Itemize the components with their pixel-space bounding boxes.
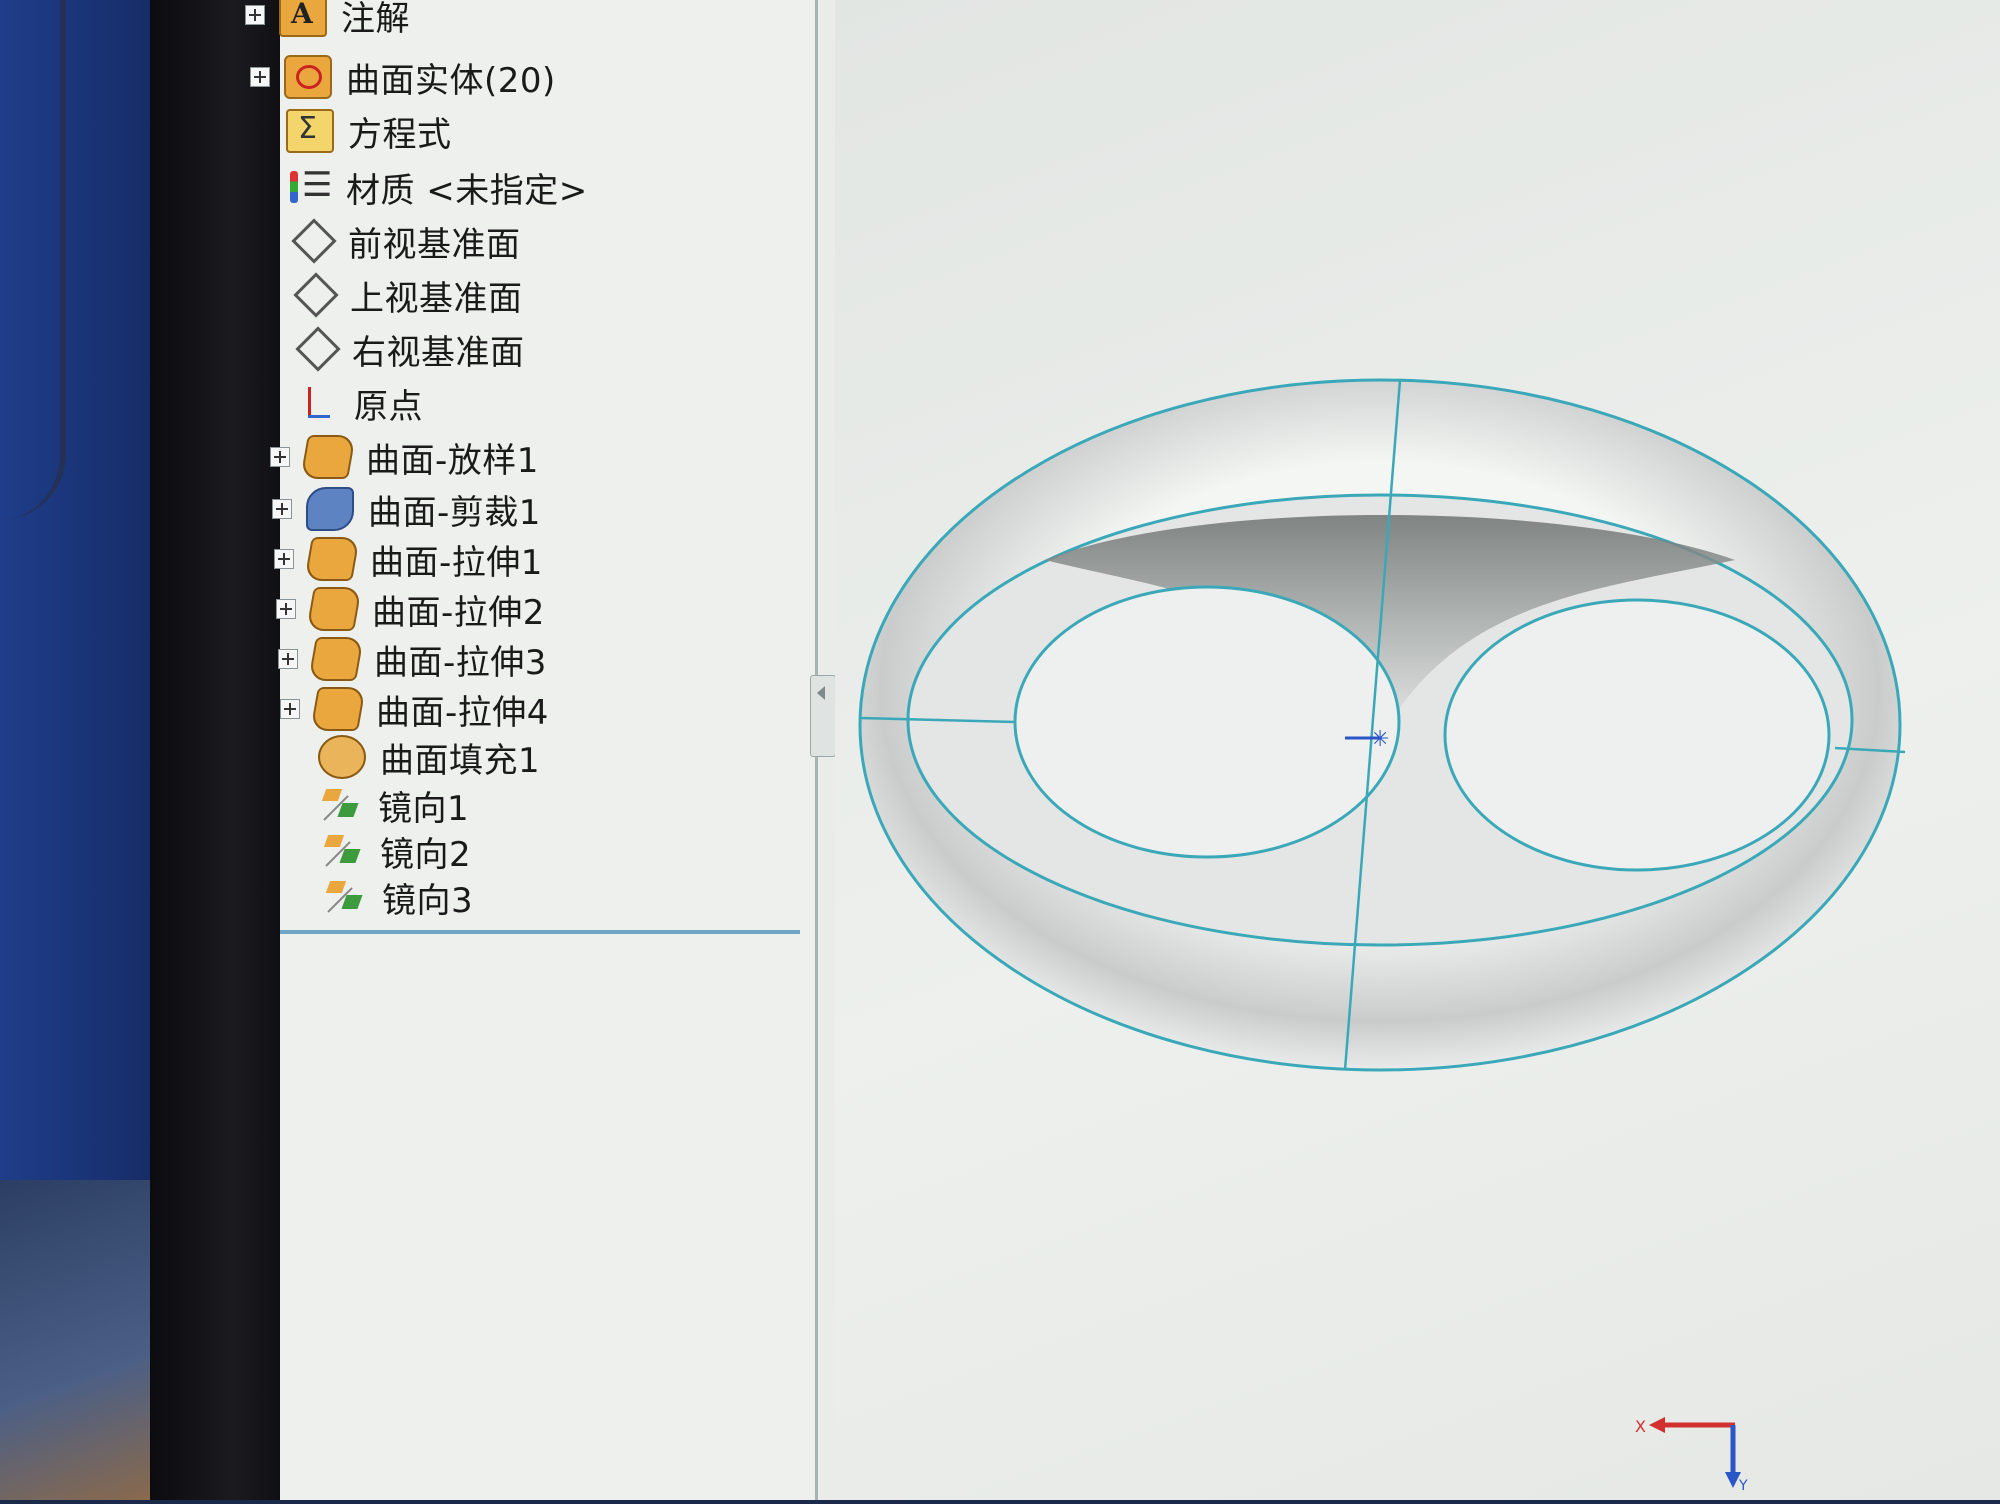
expand-icon[interactable] (270, 447, 290, 467)
tree-item-label: 镜向2 (380, 834, 472, 875)
tree-item-label: 曲面-拉伸1 (370, 542, 543, 583)
triad-x-label: X (1635, 1417, 1646, 1436)
tree-item-mirror3[interactable]: 镜向3 (290, 872, 473, 922)
surface-extrude-icon (310, 687, 366, 731)
surface-extrude-icon (304, 537, 360, 581)
panel-separator (280, 930, 800, 934)
expand-icon[interactable] (274, 549, 294, 569)
view-triad: X Y (1635, 1400, 1755, 1494)
tree-item-surface-extrude4[interactable]: 曲面-拉伸4 (280, 684, 549, 734)
cable (0, 0, 66, 520)
origin-marker-icon: ✳ (1371, 727, 1389, 752)
tree-item-label: 曲面-拉伸3 (374, 642, 547, 683)
mirror-icon (324, 877, 368, 917)
tree-item-equations[interactable]: 方程式 (252, 106, 452, 156)
tree-item-label: 曲面-放样1 (366, 440, 539, 481)
tree-item-label: 镜向1 (378, 788, 470, 829)
surface-fill-icon (318, 735, 366, 779)
tree-item-label: 原点 (354, 386, 423, 427)
left-opening-edge[interactable] (1013, 585, 1401, 859)
tree-item-label: 曲面填充1 (380, 740, 541, 781)
expand-icon[interactable] (276, 599, 296, 619)
tree-item-label: 曲面-剪裁1 (368, 492, 541, 533)
tree-item-surface-trim1[interactable]: 曲面-剪裁1 (272, 484, 541, 534)
tree-item-label: 注解 (341, 0, 410, 39)
surface-trim-icon (306, 487, 354, 531)
tree-item-right-plane[interactable]: 右视基准面 (260, 324, 525, 374)
tree-item-surface-bodies[interactable]: 曲面实体(20) (250, 52, 556, 102)
tree-item-top-plane[interactable]: 上视基准面 (258, 270, 523, 320)
surface-extrude-icon (308, 637, 364, 681)
tree-item-label: 曲面-拉伸2 (372, 592, 545, 633)
expand-icon[interactable] (245, 5, 265, 25)
tree-item-label: 方程式 (348, 114, 452, 155)
tree-item-label: 镜向3 (382, 880, 474, 921)
tree-item-surface-extrude1[interactable]: 曲面-拉伸1 (274, 534, 543, 584)
surface-extrude-icon (306, 587, 362, 631)
model-view[interactable]: ✳ (835, 0, 2000, 1500)
tree-item-material[interactable]: 材质 <未指定> (254, 162, 588, 212)
surface-bodies-folder-icon (284, 55, 332, 99)
surface-loft-icon (300, 435, 356, 479)
right-opening-edge[interactable] (1443, 598, 1831, 872)
panel-collapse-handle[interactable] (810, 675, 836, 757)
tree-item-label: 曲面实体(20) (346, 60, 556, 101)
tree-item-mirror2[interactable]: 镜向2 (288, 826, 471, 876)
triad-y-label: Y (1738, 1478, 1748, 1490)
tree-item-label: 前视基准面 (348, 224, 521, 265)
tree-item-label: 上视基准面 (350, 278, 523, 319)
origin-icon (296, 383, 340, 423)
plane-icon (290, 221, 334, 261)
plane-icon (292, 275, 336, 315)
expand-icon[interactable] (280, 699, 300, 719)
material-icon (288, 165, 332, 207)
tree-item-mirror1[interactable]: 镜向1 (286, 780, 469, 830)
tree-item-annotations[interactable]: 注解 (245, 0, 410, 40)
tree-item-label: 曲面-拉伸4 (376, 692, 549, 733)
feature-manager-tree-panel: 注解 曲面实体(20) 方程式 材质 <未指定> 前视基准面 (245, 0, 818, 1500)
monitor-screen: 注解 曲面实体(20) 方程式 材质 <未指定> 前视基准面 (245, 0, 2000, 1500)
tree-item-front-plane[interactable]: 前视基准面 (256, 216, 521, 266)
annotations-folder-icon (279, 0, 327, 37)
tree-item-surface-extrude2[interactable]: 曲面-拉伸2 (276, 584, 545, 634)
plane-icon (294, 329, 338, 369)
expand-icon[interactable] (278, 649, 298, 669)
mirror-icon (320, 785, 364, 825)
tree-item-label: 材质 <未指定> (346, 170, 588, 211)
chevron-left-icon (817, 686, 825, 700)
expand-icon[interactable] (272, 499, 292, 519)
tree-item-origin[interactable]: 原点 (262, 378, 423, 428)
expand-icon[interactable] (250, 67, 270, 87)
equations-icon (286, 109, 334, 153)
tree-item-surface-extrude3[interactable]: 曲面-拉伸3 (278, 634, 547, 684)
tree-item-label: 右视基准面 (352, 332, 525, 373)
tree-item-surface-loft1[interactable]: 曲面-放样1 (270, 432, 539, 482)
tree-item-surface-fill1[interactable]: 曲面填充1 (284, 732, 540, 782)
mirror-icon (322, 831, 366, 871)
desk-surface (0, 1180, 160, 1500)
graphics-area[interactable]: ✳ X Y (835, 0, 2000, 1500)
